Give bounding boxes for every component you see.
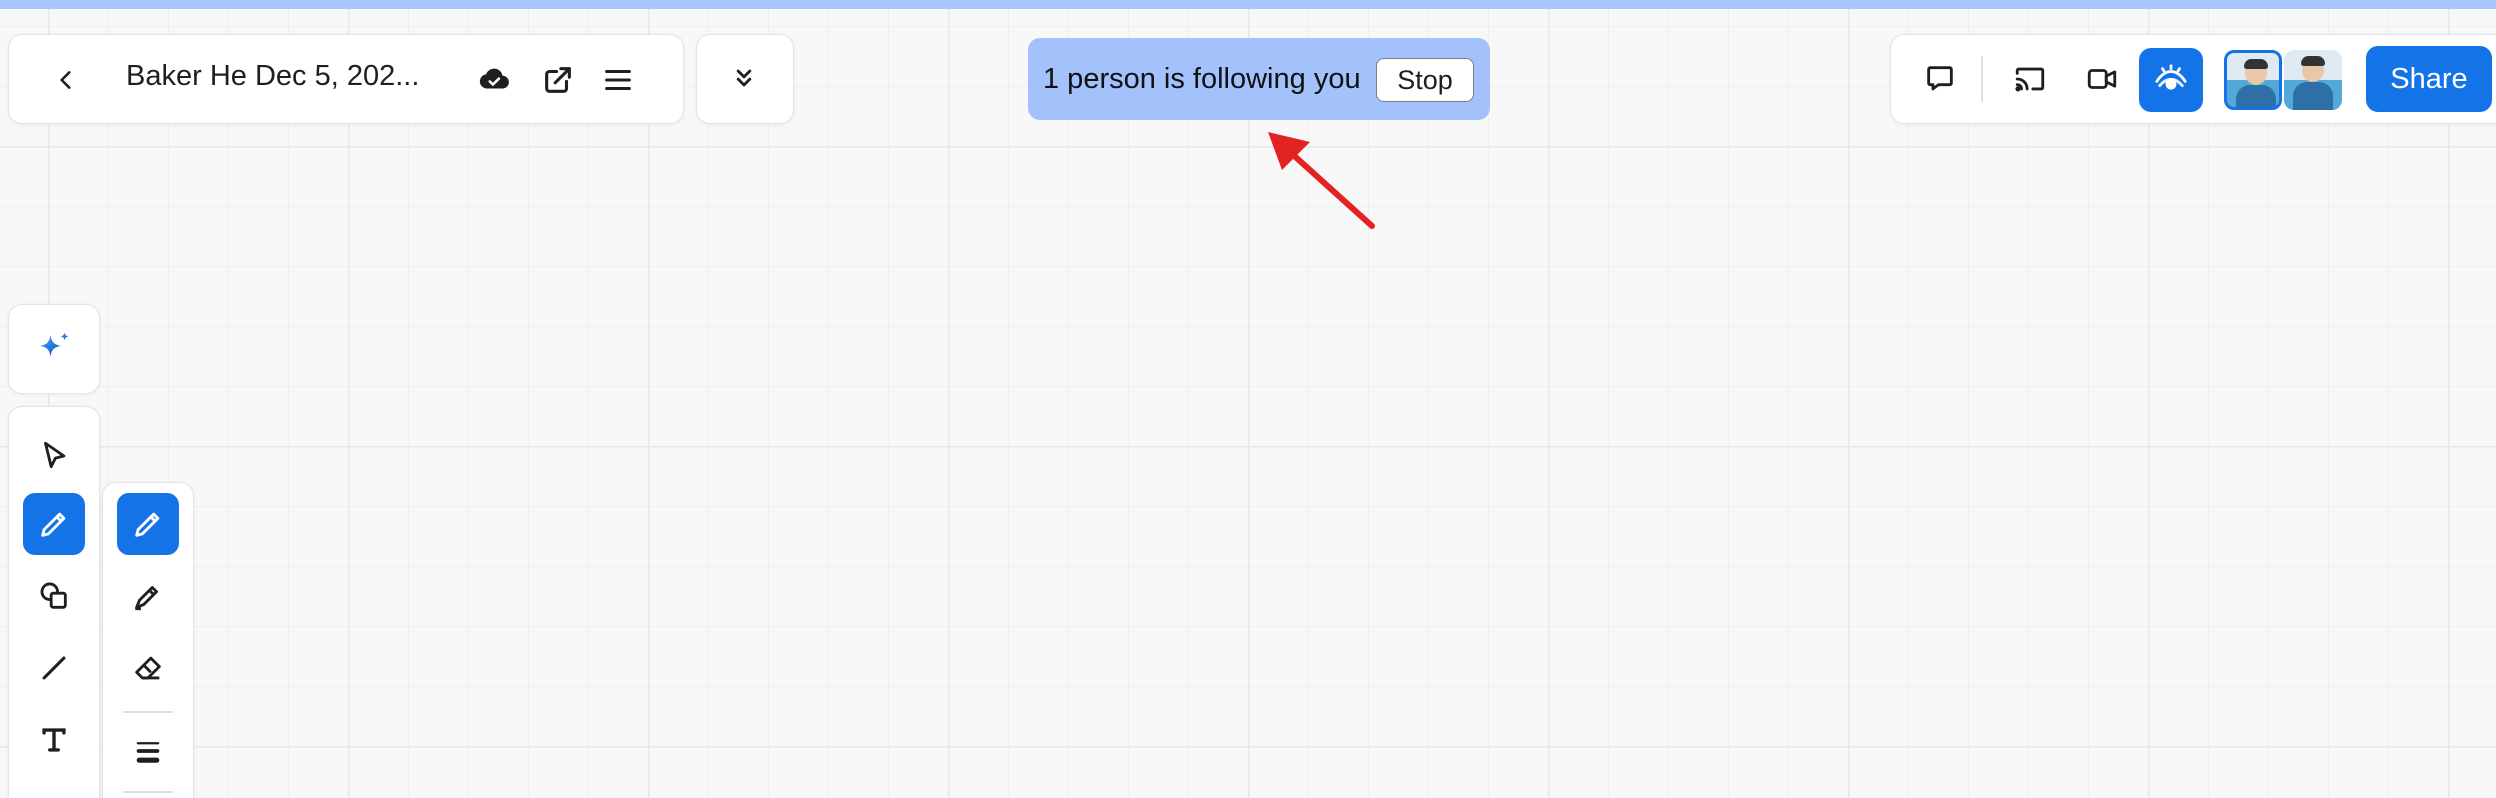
stroke-weight-button[interactable] <box>117 721 179 783</box>
back-button[interactable] <box>35 49 97 111</box>
collapse-toolbar-button[interactable] <box>713 47 775 109</box>
sparkle-icon <box>40 332 69 357</box>
cast-icon <box>2015 67 2045 92</box>
follow-status-text: 1 person is following you <box>1043 62 1361 95</box>
line-tool-button[interactable] <box>23 637 85 699</box>
main-menu-button[interactable] <box>587 49 649 111</box>
select-tool-button[interactable] <box>23 425 85 487</box>
video-button[interactable] <box>2071 48 2133 110</box>
arrow-shaft <box>1287 149 1375 229</box>
chevron-left-icon <box>60 71 71 89</box>
pen-options-divider-bottom <box>123 791 173 793</box>
document-title[interactable]: Baker He Dec 5, 202... <box>126 60 446 93</box>
toolbar-divider <box>1981 56 1983 102</box>
ai-assistant-button[interactable] <box>23 318 85 380</box>
share-button[interactable]: Share <box>2366 46 2492 112</box>
line-icon <box>42 656 66 680</box>
ai-assistant-panel <box>8 304 100 394</box>
avatar-user-2[interactable] <box>2284 50 2342 110</box>
marker-option-button[interactable] <box>117 565 179 627</box>
eraser-icon <box>135 656 161 680</box>
open-external-button[interactable] <box>527 49 589 111</box>
text-tool-button[interactable] <box>23 709 85 771</box>
text-icon <box>42 728 66 752</box>
external-link-icon <box>545 67 571 93</box>
pen-options-divider <box>123 711 173 713</box>
collapse-toolbar-panel <box>696 34 794 124</box>
red-arrow-annotation <box>1268 132 1375 229</box>
pen-tool-button[interactable] <box>23 493 85 555</box>
pen-option-button[interactable] <box>117 493 179 555</box>
top-accent-strip <box>0 0 2496 9</box>
avatar-user-1[interactable] <box>2224 50 2282 110</box>
stroke-weight-icon <box>136 742 160 763</box>
tools-panel <box>8 406 100 798</box>
marker-icon <box>135 586 158 611</box>
comment-button[interactable] <box>1909 48 1971 110</box>
cloud-status-button[interactable] <box>463 49 525 111</box>
pen-icon <box>41 512 66 537</box>
shapes-tool-button[interactable] <box>23 565 85 627</box>
cloud-saved-icon <box>479 68 509 89</box>
video-icon <box>2087 69 2117 89</box>
hamburger-menu-icon <box>605 69 631 91</box>
stop-following-button[interactable]: Stop <box>1376 58 1474 102</box>
comment-icon <box>1927 66 1953 91</box>
follow-mode-button[interactable] <box>2139 48 2203 112</box>
pen-icon <box>135 512 160 537</box>
pen-options-panel <box>102 482 194 798</box>
follow-banner: 1 person is following you Stop <box>1028 38 1490 120</box>
double-chevron-down-icon <box>736 69 752 87</box>
shapes-icon <box>40 582 67 609</box>
select-cursor-icon <box>44 441 66 469</box>
eraser-option-button[interactable] <box>117 637 179 699</box>
cast-button[interactable] <box>1999 48 2061 110</box>
eye-follow-icon <box>2155 64 2187 90</box>
